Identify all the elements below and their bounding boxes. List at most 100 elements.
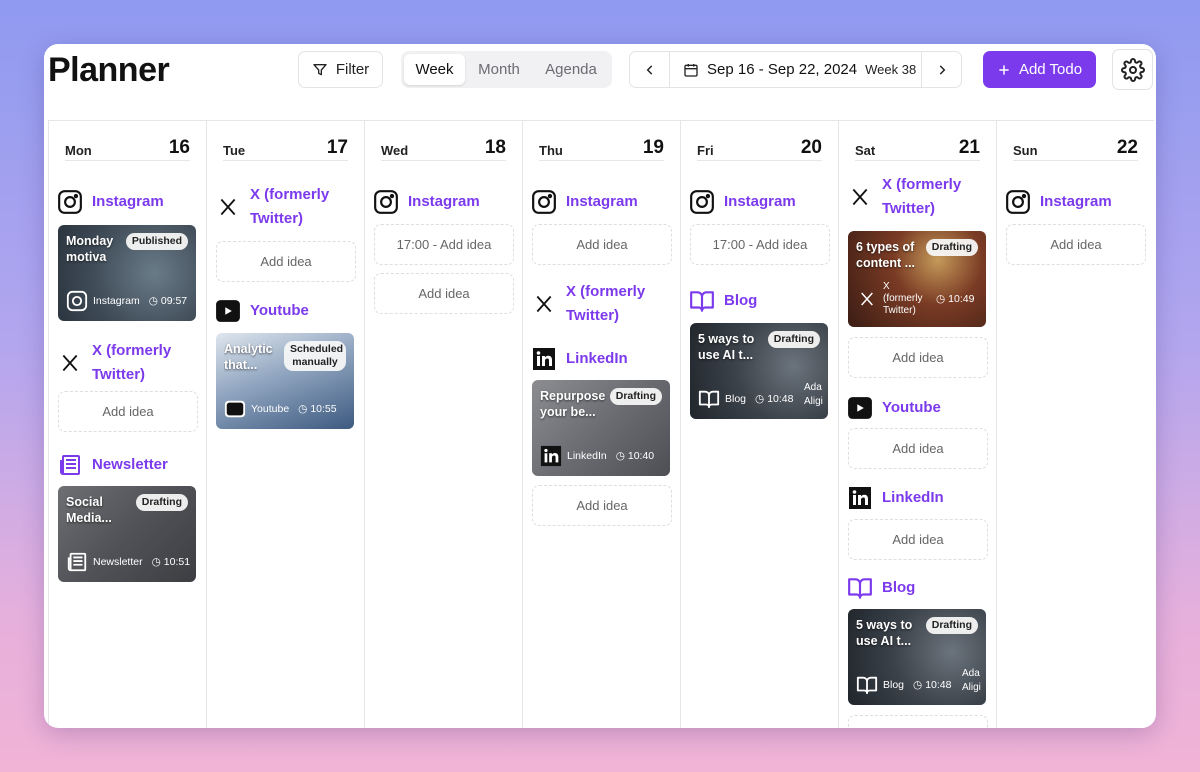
day-column-sun: Sun 22 Instagram Add idea [996, 121, 1154, 728]
add-idea-button[interactable]: Add idea [848, 428, 988, 469]
add-idea-button[interactable] [848, 715, 988, 728]
x-logo-icon [531, 291, 557, 317]
channel-youtube: Youtube [847, 395, 989, 421]
linkedin-icon [531, 346, 557, 372]
newspaper-icon [57, 452, 83, 478]
channel-label: Youtube [882, 399, 941, 416]
day-header: Sat 21 [855, 138, 980, 161]
filter-icon [313, 63, 327, 75]
page-title: Planner [48, 51, 170, 89]
book-open-icon [698, 388, 720, 410]
x-logo-icon [856, 288, 878, 310]
card-footer: Instagram ◷ 09:57 [66, 290, 187, 312]
tab-month[interactable]: Month [465, 54, 533, 85]
content-card[interactable]: 6 types of content ... Drafting X (forme… [848, 231, 986, 327]
add-idea-button[interactable]: Add idea [532, 485, 672, 526]
status-badge: Drafting [925, 239, 978, 256]
instagram-icon [1005, 189, 1031, 215]
channel-label: X (formerly Twitter) [250, 186, 330, 227]
day-name: Fri [697, 143, 714, 158]
status-badge: Drafting [135, 494, 188, 511]
card-time: ◷ 10:48 [755, 393, 793, 405]
channel-instagram: Instagram [373, 189, 515, 215]
content-card[interactable]: 5 ways to use AI t... Drafting Ada Aligi… [690, 323, 828, 419]
card-title: 5 ways to use AI t... [698, 332, 755, 362]
add-idea-button[interactable]: Add idea [374, 273, 514, 314]
channel-blog: Blog [847, 575, 989, 601]
card-footer: Newsletter ◷ 10:51 [66, 551, 190, 573]
add-idea-button[interactable]: Add idea [58, 391, 198, 432]
tab-week[interactable]: Week [404, 54, 465, 85]
add-idea-timed-button[interactable]: 17:00 - Add idea [374, 224, 514, 265]
card-title: Repurpose your be... [540, 389, 606, 419]
channel-label: LinkedIn [882, 489, 944, 506]
youtube-icon [224, 398, 246, 420]
channel-label: Instagram [408, 193, 480, 210]
youtube-icon [847, 395, 873, 421]
card-time: ◷ 10:49 [936, 293, 974, 305]
add-idea-timed-button[interactable]: 17:00 - Add idea [690, 224, 830, 265]
day-header: Tue 17 [223, 138, 348, 161]
day-header: Fri 20 [697, 138, 822, 161]
channel-x: X (formerly Twitter) [531, 280, 673, 328]
week-number: Week 38 [865, 62, 917, 77]
channel-x: X (formerly Twitter) [215, 183, 357, 231]
instagram-icon [531, 189, 557, 215]
date-range-label: Sep 16 - Sep 22, 2024 [707, 61, 858, 78]
card-title: Social Media... [66, 495, 112, 525]
settings-button[interactable] [1112, 49, 1153, 90]
content-card[interactable]: Monday motiva Published Instagram ◷ 09:57 [58, 225, 196, 321]
filter-button[interactable]: Filter [298, 51, 383, 88]
day-header: Wed 18 [381, 138, 506, 161]
day-name: Wed [381, 143, 409, 158]
filter-label: Filter [335, 61, 370, 78]
clock-icon: ◷ [148, 295, 158, 307]
add-idea-button[interactable]: Add idea [532, 224, 672, 265]
status-badge: Drafting [767, 331, 820, 348]
view-switcher: Week Month Agenda [401, 51, 612, 88]
card-time-value: 10:40 [627, 450, 655, 462]
card-time-value: 10:51 [163, 556, 191, 568]
add-idea-button[interactable]: Add idea [216, 241, 356, 282]
day-name: Mon [65, 143, 92, 158]
previous-week-button[interactable] [629, 51, 670, 88]
instagram-icon [57, 189, 83, 215]
week-calendar: Mon 16 Instagram Monday motiva Published… [48, 120, 1154, 728]
card-time-value: 10:55 [310, 403, 337, 415]
tab-agenda[interactable]: Agenda [533, 54, 609, 85]
clock-icon: ◷ [615, 450, 625, 462]
content-card[interactable]: Repurpose your be... Drafting LinkedIn ◷… [532, 380, 670, 476]
day-name: Sat [855, 143, 876, 158]
add-idea-button[interactable]: Add idea [848, 519, 988, 560]
card-channel: LinkedIn [567, 450, 607, 462]
channel-label: Instagram [724, 193, 796, 210]
add-idea-button[interactable]: Add idea [848, 337, 988, 378]
card-time: ◷ 10:51 [152, 556, 190, 568]
instagram-icon [689, 189, 715, 215]
add-idea-button[interactable]: Add idea [1006, 224, 1146, 265]
channel-instagram: Instagram [57, 189, 199, 215]
gear-icon [1120, 57, 1145, 82]
clock-icon: ◷ [936, 293, 946, 305]
card-channel: Newsletter [93, 556, 143, 568]
card-footer: X (formerly Twitter) ◷ 10:49 [856, 281, 974, 317]
youtube-icon [215, 298, 241, 324]
day-column-tue: Tue 17 X (formerly Twitter) Add idea You… [206, 121, 364, 728]
next-week-button[interactable] [921, 51, 962, 88]
x-logo-icon [847, 184, 873, 210]
add-todo-button[interactable]: Add Todo [983, 51, 1096, 88]
day-column-sat: Sat 21 X (formerly Twitter) 6 types of c… [838, 121, 996, 728]
card-time-value: 10:48 [925, 679, 952, 691]
day-column-mon: Mon 16 Instagram Monday motiva Published… [48, 121, 206, 728]
card-footer: Blog ◷ 10:48 [698, 388, 793, 410]
channel-label: Newsletter [92, 456, 168, 473]
linkedin-icon [540, 445, 562, 467]
content-card[interactable]: Social Media... Drafting Newsletter ◷ 10:… [58, 486, 196, 582]
book-open-icon [847, 575, 873, 601]
instagram-icon [66, 290, 88, 312]
date-range-picker[interactable]: Sep 16 - Sep 22, 2024 Week 38 [669, 51, 922, 88]
channel-label: Blog [724, 292, 758, 309]
content-card[interactable]: 5 ways to use AI t... Drafting Ada Aligi… [848, 609, 986, 705]
content-card[interactable]: Analytic that... Scheduled manually Yout… [216, 333, 354, 429]
channel-instagram: Instagram [1005, 189, 1147, 215]
